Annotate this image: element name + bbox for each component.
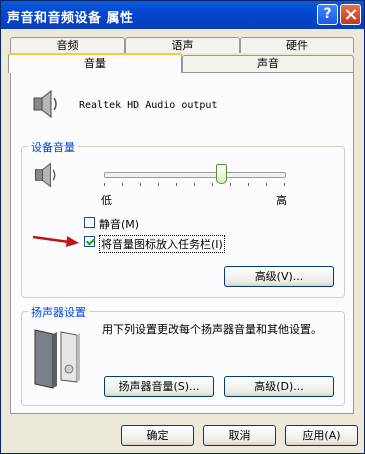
mute-checkbox[interactable] bbox=[84, 217, 95, 228]
slider-tick bbox=[266, 183, 267, 186]
slider-tick bbox=[104, 183, 105, 186]
tray-icon-checkbox[interactable] bbox=[84, 236, 95, 247]
volume-slider-thumb[interactable] bbox=[215, 164, 227, 184]
device-volume-group: 设备音量 低 高 静音(M) 将音量图标放入任务栏(I) 高级(V)... bbox=[21, 139, 345, 298]
speaker-icon bbox=[33, 89, 57, 119]
help-button[interactable]: ? bbox=[317, 4, 338, 25]
cancel-button[interactable]: 取消 bbox=[203, 425, 276, 446]
slider-tick bbox=[212, 183, 213, 186]
speakers-icon bbox=[34, 329, 80, 389]
speaker-settings-group: 扬声器设置 用下列设置更改每个扬声器音量和其他设置。 扬声器音量(S)... 高… bbox=[21, 304, 345, 406]
slider-tick bbox=[176, 183, 177, 186]
device-volume-title: 设备音量 bbox=[28, 139, 78, 155]
tab-sounds[interactable]: 声音 bbox=[182, 55, 354, 72]
properties-window: 声音和音频设备 属性 ? 音频 语声 硬件 音量 声音 Realtek HD A… bbox=[0, 0, 365, 454]
volume-speaker-icon bbox=[34, 162, 56, 188]
titlebar[interactable]: 声音和音频设备 属性 ? bbox=[1, 1, 364, 29]
speaker-volume-button[interactable]: 扬声器音量(S)... bbox=[104, 376, 214, 397]
close-button[interactable] bbox=[340, 4, 361, 25]
slider-tick bbox=[230, 183, 231, 186]
volume-slider-track[interactable] bbox=[104, 172, 286, 178]
advanced-speaker-button[interactable]: 高级(D)... bbox=[224, 376, 334, 397]
mute-label: 静音(M) bbox=[99, 218, 140, 231]
slider-tick bbox=[284, 183, 285, 186]
annotation-arrow-icon bbox=[32, 235, 79, 247]
tab-hardware[interactable]: 硬件 bbox=[240, 37, 354, 53]
speaker-settings-description: 用下列设置更改每个扬声器音量和其他设置。 bbox=[102, 323, 322, 336]
speaker-settings-title: 扬声器设置 bbox=[28, 304, 89, 320]
slider-high-label: 高 bbox=[276, 194, 287, 207]
apply-button[interactable]: 应用(A) bbox=[285, 425, 358, 446]
slider-tick bbox=[140, 183, 141, 186]
tray-icon-label: 将音量图标放入任务栏(I) bbox=[99, 235, 225, 253]
slider-tick bbox=[248, 183, 249, 186]
tab-voice[interactable]: 语声 bbox=[125, 37, 240, 53]
window-title: 声音和音频设备 属性 bbox=[7, 11, 134, 26]
tab-audio[interactable]: 音频 bbox=[10, 37, 125, 53]
device-name: Realtek HD Audio output bbox=[79, 100, 218, 111]
advanced-volume-button[interactable]: 高级(V)... bbox=[224, 266, 334, 287]
slider-tick bbox=[194, 183, 195, 186]
slider-ticks bbox=[104, 183, 285, 187]
slider-low-label: 低 bbox=[101, 194, 112, 207]
slider-tick bbox=[158, 183, 159, 186]
tab-volume[interactable]: 音量 bbox=[8, 53, 182, 73]
ok-button[interactable]: 确定 bbox=[121, 425, 194, 446]
slider-tick bbox=[122, 183, 123, 186]
